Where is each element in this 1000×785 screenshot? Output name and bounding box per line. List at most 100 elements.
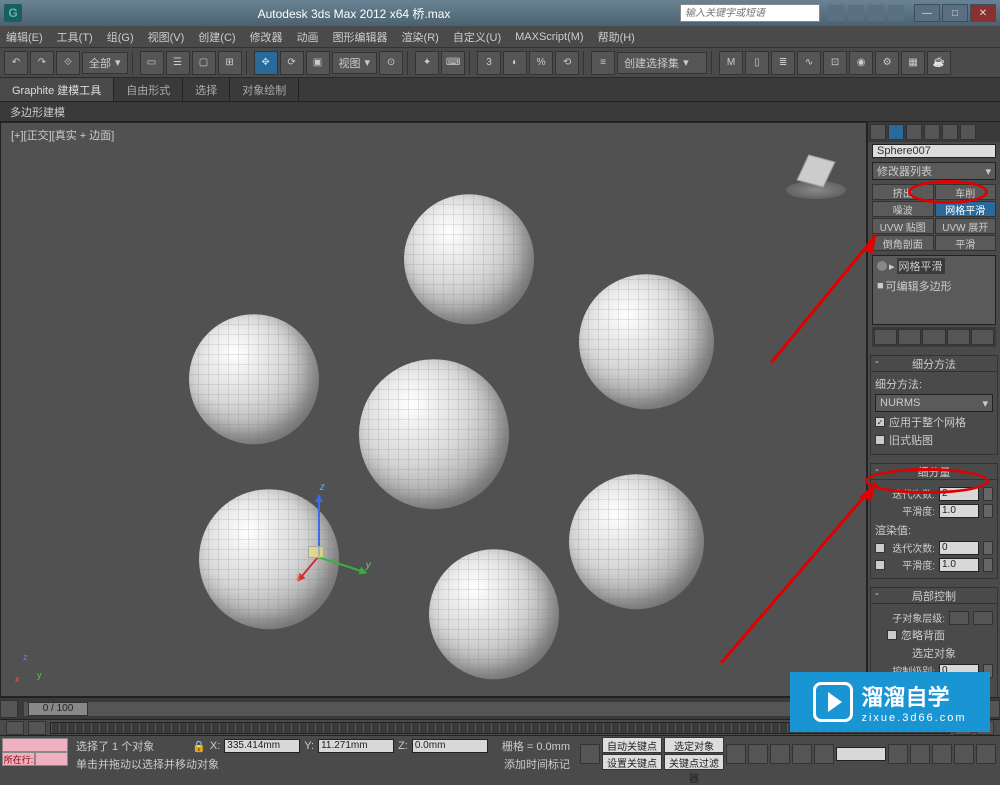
select-region-button[interactable]: ▢ <box>192 51 216 75</box>
viewcube[interactable] <box>786 143 846 203</box>
trackbar-icon-1[interactable] <box>6 721 24 735</box>
coord-z-field[interactable]: 0.0mm <box>412 739 488 753</box>
layers-button[interactable]: ≣ <box>771 51 795 75</box>
render-frame-button[interactable]: ▦ <box>901 51 925 75</box>
rollout-header[interactable]: 细分方法 <box>871 356 997 372</box>
show-end-button[interactable] <box>898 329 921 345</box>
comm-icon[interactable] <box>848 5 864 21</box>
render-setup-button[interactable]: ⚙ <box>875 51 899 75</box>
viewport-nav-1[interactable] <box>910 744 930 764</box>
menu-animation[interactable]: 动画 <box>297 29 319 45</box>
percent-snap-button[interactable]: % <box>529 51 553 75</box>
rotate-button[interactable]: ⟳ <box>280 51 304 75</box>
visibility-icon[interactable] <box>877 261 887 271</box>
old-map-checkbox[interactable] <box>875 435 885 445</box>
add-time-tag[interactable]: 添加时间标记 <box>504 756 570 772</box>
selection-set-edit[interactable]: ≡ <box>591 51 615 75</box>
sphere-3[interactable] <box>189 314 319 444</box>
goto-end-button[interactable] <box>814 744 834 764</box>
move-button[interactable]: ✥ <box>254 51 278 75</box>
preset-extrude[interactable]: 挤出 <box>872 184 934 200</box>
motion-tab-icon[interactable] <box>924 124 940 140</box>
viewport-label[interactable]: [+][正交][真实 + 边面] <box>11 127 114 143</box>
angle-snap-button[interactable]: ◐ <box>503 51 527 75</box>
time-config-button[interactable] <box>888 744 908 764</box>
ribbon-tab-objectpaint[interactable]: 对象绘制 <box>230 78 299 101</box>
ribbon-tab-graphite[interactable]: Graphite 建模工具 <box>0 78 114 101</box>
viewport-nav-2[interactable] <box>932 744 952 764</box>
sphere-1[interactable] <box>404 194 534 324</box>
spinner-buttons[interactable] <box>983 541 993 555</box>
goto-start-button[interactable] <box>726 744 746 764</box>
star-icon[interactable] <box>868 5 884 21</box>
help-search-input[interactable] <box>680 4 820 22</box>
utilities-tab-icon[interactable] <box>960 124 976 140</box>
select-button[interactable]: ▭ <box>140 51 164 75</box>
preset-bevel[interactable]: 倒角剖面 <box>872 235 934 251</box>
viewport[interactable]: [+][正交][真实 + 边面] z y x x y z <box>0 122 867 697</box>
minimize-button[interactable]: — <box>914 4 940 22</box>
key-filter-button[interactable]: 关键点过滤器 <box>664 754 724 770</box>
set-key-button[interactable]: 设置关键点 <box>602 754 662 770</box>
sphere-2[interactable] <box>579 274 714 409</box>
ignore-backface-checkbox[interactable] <box>887 630 897 640</box>
menu-view[interactable]: 视图(V) <box>148 29 185 45</box>
render-iter-checkbox[interactable] <box>875 543 885 553</box>
prev-frame-button[interactable] <box>748 744 768 764</box>
ribbon-tab-selection[interactable]: 选择 <box>183 78 230 101</box>
window-crossing-button[interactable]: ⊞ <box>218 51 242 75</box>
modifier-list-dropdown[interactable]: 修改器列表▾ <box>872 162 996 180</box>
modify-tab-icon[interactable] <box>888 124 904 140</box>
script-line-field[interactable] <box>2 738 68 752</box>
auto-key-button[interactable]: 自动关键点 <box>602 737 662 753</box>
coord-x-field[interactable]: 335.414mm <box>224 739 300 753</box>
redo-button[interactable]: ↷ <box>30 51 54 75</box>
ribbon-tab-freeform[interactable]: 自由形式 <box>114 78 183 101</box>
preset-smooth[interactable]: 平滑 <box>935 235 997 251</box>
align-button[interactable]: ▯ <box>745 51 769 75</box>
scale-button[interactable]: ▣ <box>306 51 330 75</box>
preset-noise[interactable]: 噪波 <box>872 201 934 217</box>
menu-tools[interactable]: 工具(T) <box>57 29 93 45</box>
spinner-buttons[interactable] <box>983 487 993 501</box>
maximize-button[interactable]: □ <box>942 4 968 22</box>
menu-grapheditors[interactable]: 图形编辑器 <box>333 29 388 45</box>
help-icon[interactable] <box>828 5 844 21</box>
modifier-stack[interactable]: ▸网格平滑 ■可编辑多边形 <box>872 255 996 325</box>
material-button[interactable]: ◉ <box>849 51 873 75</box>
named-selection-dropdown[interactable]: 创建选择集▾ <box>617 52 707 74</box>
rollout-header-3[interactable]: 局部控制 <box>871 588 997 604</box>
preset-lathe[interactable]: 车削 <box>935 184 997 200</box>
menu-render[interactable]: 渲染(R) <box>402 29 439 45</box>
menu-maxscript[interactable]: MAXScript(M) <box>515 31 583 43</box>
iterations-spinner[interactable]: 2 <box>939 487 979 501</box>
snap-button[interactable]: 3 <box>477 51 501 75</box>
qmark-icon[interactable] <box>888 5 904 21</box>
subdiv-method-dropdown[interactable]: NURMS▾ <box>875 394 993 412</box>
coord-y-field[interactable]: 11.271mm <box>318 739 394 753</box>
key-icon[interactable] <box>580 744 600 764</box>
curve-editor-button[interactable]: ∿ <box>797 51 821 75</box>
pin-stack-button[interactable] <box>874 329 897 345</box>
select-name-button[interactable]: ☰ <box>166 51 190 75</box>
spinner-buttons[interactable] <box>983 558 993 572</box>
key-target-dropdown[interactable]: 选定对象 <box>664 737 724 753</box>
close-button[interactable]: ✕ <box>970 4 996 22</box>
keymode-button[interactable]: ⌨ <box>441 51 465 75</box>
render-smooth-spinner[interactable]: 1.0 <box>939 558 979 572</box>
menu-help[interactable]: 帮助(H) <box>598 29 635 45</box>
trackbar-icon-2[interactable] <box>28 721 46 735</box>
rollout-header-2[interactable]: 细分量 <box>871 464 997 480</box>
display-tab-icon[interactable] <box>942 124 958 140</box>
ref-coord-dropdown[interactable]: 视图▾ <box>332 52 378 74</box>
remove-mod-button[interactable] <box>947 329 970 345</box>
menu-edit[interactable]: 编辑(E) <box>6 29 43 45</box>
move-gizmo[interactable]: z y x <box>278 536 358 616</box>
menu-customize[interactable]: 自定义(U) <box>453 29 501 45</box>
hierarchy-tab-icon[interactable] <box>906 124 922 140</box>
manip-button[interactable]: ✦ <box>415 51 439 75</box>
mirror-button[interactable]: M <box>719 51 743 75</box>
render-button[interactable]: ☕ <box>927 51 951 75</box>
next-frame-button[interactable] <box>792 744 812 764</box>
script-val[interactable] <box>35 752 68 766</box>
